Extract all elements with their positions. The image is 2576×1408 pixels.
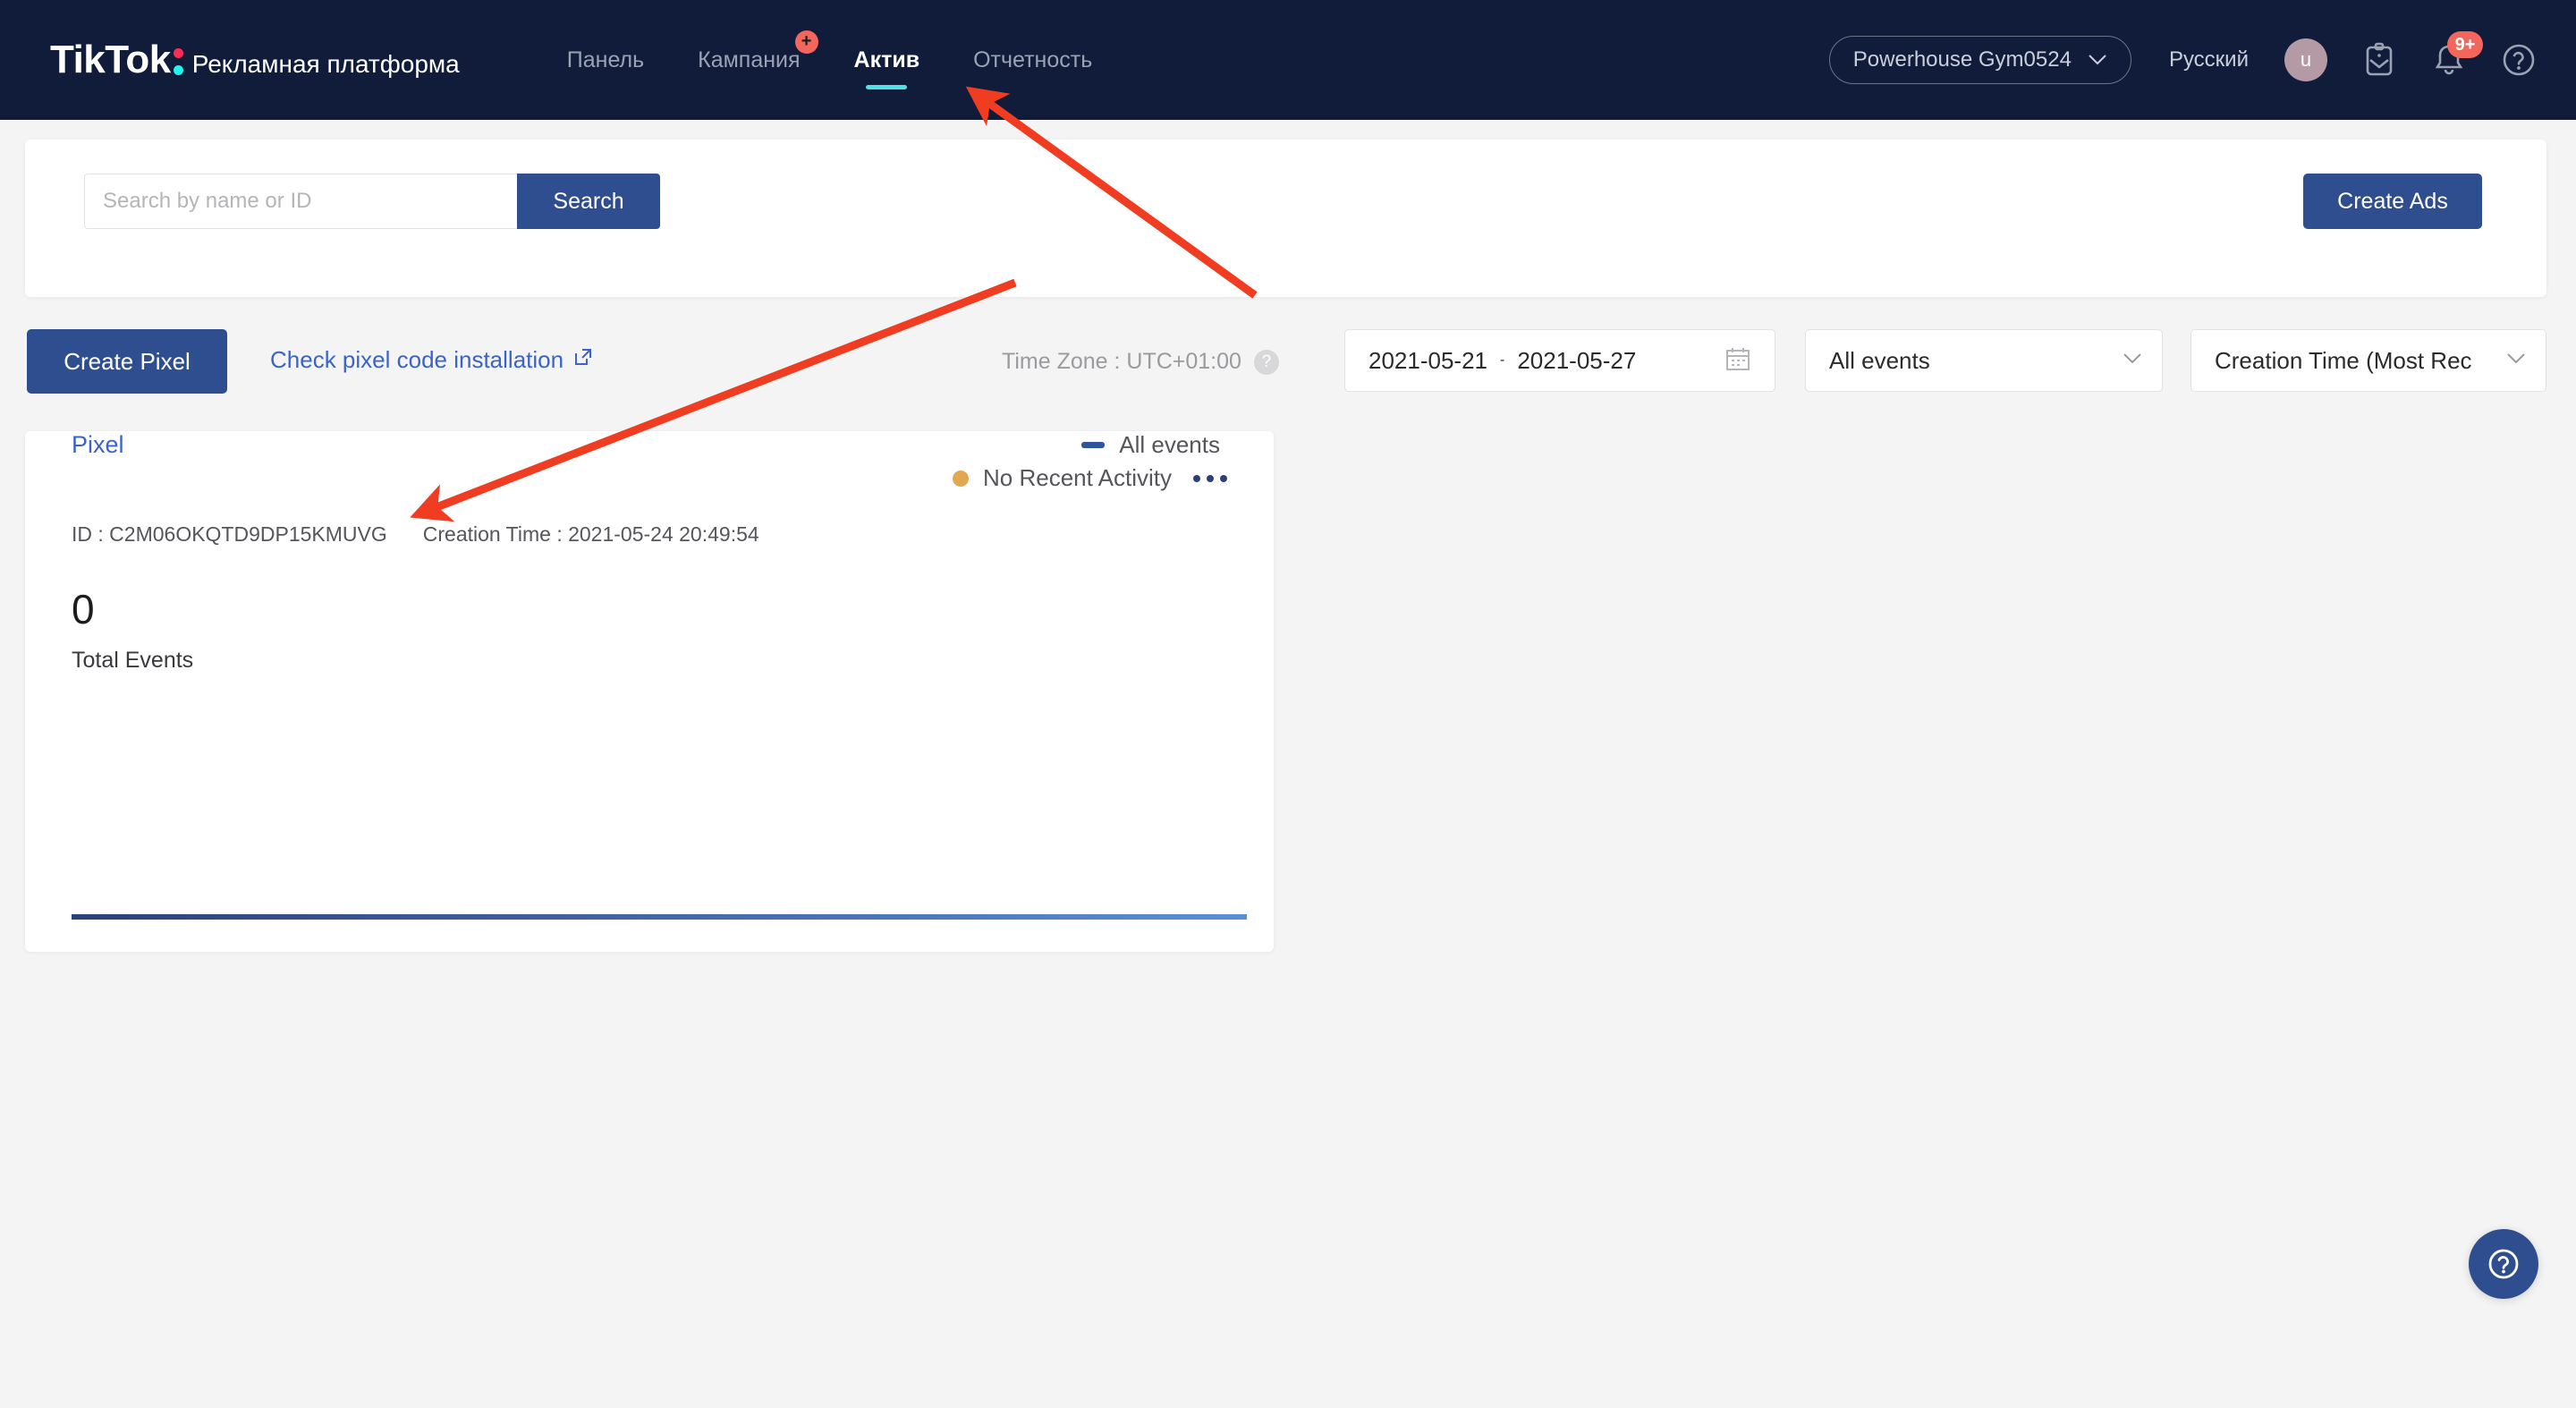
brand-logo[interactable]: TikTok Рекламная платформа — [50, 38, 460, 82]
bell-icon[interactable]: 9+ — [2431, 31, 2483, 78]
pixel-metadata: ID : C2M06OKQTD9DP15KMUVG Creation Time … — [72, 522, 759, 547]
help-circle-icon — [2488, 1249, 2519, 1279]
events-filter-select[interactable]: All events — [1805, 329, 2163, 392]
legend-color-swatch — [1081, 442, 1106, 448]
language-label: Русский — [2168, 47, 2249, 72]
chart-legend[interactable]: All events — [1081, 431, 1220, 459]
nav-item-reporting-label: Отчетность — [973, 47, 1093, 72]
help-circle-icon[interactable] — [2501, 42, 2537, 78]
chevron-down-icon — [2123, 352, 2142, 369]
kebab-dot — [1220, 474, 1227, 482]
meta-spacer — [387, 522, 423, 547]
nav-item-assets-label: Актив — [853, 47, 920, 72]
events-line-chart — [72, 708, 1247, 934]
search-card: Search Create Ads — [25, 140, 2546, 297]
search-button[interactable]: Search — [517, 174, 660, 229]
pixel-id-label: ID : C2M06OKQTD9DP15KMUVG — [72, 522, 387, 546]
status-badge: No Recent Activity — [983, 464, 1172, 491]
tiktok-colon-icon — [173, 43, 183, 77]
inbox-icon[interactable] — [2361, 42, 2397, 78]
legend-label: All events — [1119, 431, 1220, 458]
chevron-down-icon — [2506, 352, 2526, 369]
check-pixel-code-installation-link[interactable]: Check pixel code installation — [270, 346, 594, 374]
timezone-label: Time Zone : UTC+01:00 ? — [1002, 349, 1279, 375]
kebab-dot — [1207, 474, 1214, 482]
question-mark-icon[interactable]: ? — [1253, 349, 1279, 375]
events-filter-value: All events — [1829, 346, 1930, 374]
chart-series-all-events — [72, 914, 1247, 920]
active-tab-underline — [866, 85, 908, 89]
tiktok-wordmark: TikTok — [50, 38, 183, 82]
nav-item-reporting[interactable]: Отчетность — [946, 0, 1119, 120]
avatar-initial: u — [2300, 48, 2312, 71]
total-events-value: 0 — [72, 586, 95, 632]
tiktok-logo-text: TikTok — [50, 38, 171, 81]
account-name: Powerhouse Gym0524 — [1852, 47, 2072, 72]
kebab-dot — [1193, 474, 1200, 482]
language-selector[interactable]: Русский — [2169, 47, 2249, 72]
date-range-end: 2021-05-27 — [1517, 346, 1637, 374]
chevron-down-icon — [2088, 47, 2107, 72]
status-dot-icon — [953, 470, 970, 487]
nav-item-campaign[interactable]: Кампания + — [671, 0, 826, 120]
header-right-controls: Powerhouse Gym0524 Русский u 9+ — [1828, 0, 2537, 120]
pixel-status-group: No Recent Activity — [953, 464, 1227, 492]
filters-toolbar: Create Pixel Check pixel code installati… — [0, 329, 2576, 394]
plus-badge-icon: + — [794, 30, 818, 54]
nav-item-campaign-label: Кампания — [698, 47, 801, 72]
search-group: Search — [84, 174, 660, 229]
pixel-creation-time-label: Creation Time : 2021-05-24 20:49:54 — [422, 522, 759, 546]
nav-item-assets[interactable]: Актив — [827, 0, 947, 120]
date-range-start: 2021-05-21 — [1368, 346, 1487, 374]
date-range-separator: - — [1500, 352, 1505, 368]
account-selector[interactable]: Powerhouse Gym0524 — [1828, 36, 2131, 84]
create-pixel-button[interactable]: Create Pixel — [27, 329, 227, 394]
timezone-text: Time Zone : UTC+01:00 — [1002, 349, 1241, 374]
help-floating-button[interactable] — [2469, 1229, 2538, 1299]
create-ads-button[interactable]: Create Ads — [2303, 174, 2482, 229]
top-header-bar: TikTok Рекламная платформа Панель Кампан… — [0, 0, 2576, 120]
sort-filter-value: Creation Time (Most Rec — [2215, 346, 2472, 374]
pixel-name-link[interactable]: Pixel — [72, 431, 124, 459]
calendar-icon — [1724, 345, 1751, 377]
main-navigation: Панель Кампания + Актив Отчетность — [540, 0, 1119, 120]
external-link-icon — [572, 346, 594, 374]
pixel-card: Pixel ID : C2M06OKQTD9DP15KMUVG Creation… — [25, 431, 1274, 952]
notification-count-badge: 9+ — [2447, 31, 2483, 58]
more-options-icon[interactable] — [1193, 474, 1227, 482]
check-pixel-code-label: Check pixel code installation — [270, 346, 564, 373]
date-range-picker[interactable]: 2021-05-21 - 2021-05-27 — [1344, 329, 1775, 392]
sort-filter-select[interactable]: Creation Time (Most Rec — [2190, 329, 2546, 392]
total-events-label: Total Events — [72, 648, 194, 673]
platform-label: Рекламная платформа — [191, 50, 460, 78]
nav-item-panel-label: Панель — [566, 47, 645, 72]
nav-item-panel[interactable]: Панель — [540, 0, 671, 120]
avatar[interactable]: u — [2284, 38, 2327, 81]
search-input[interactable] — [84, 174, 517, 229]
